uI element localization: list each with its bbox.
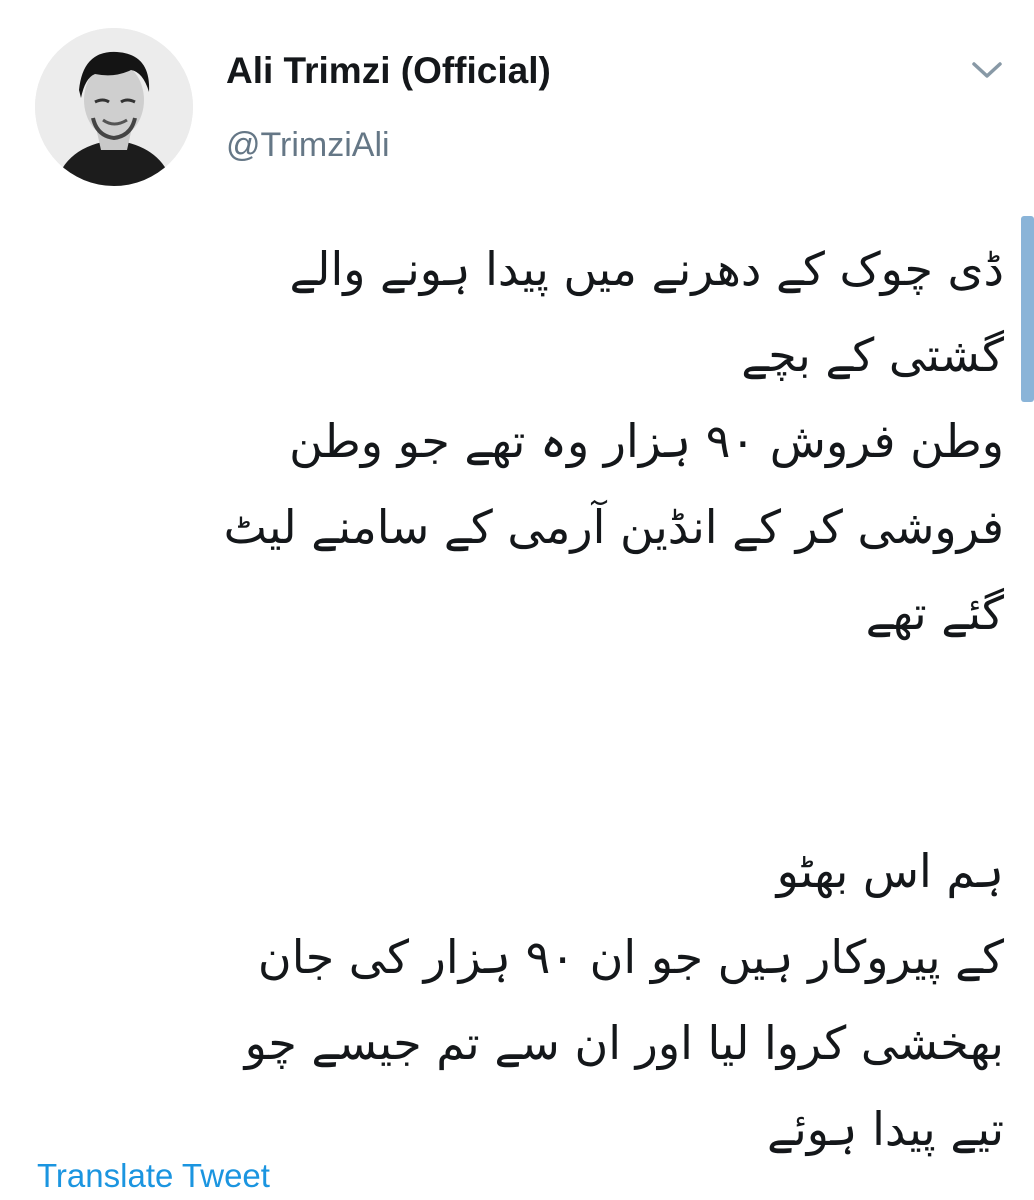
tweet-line: کے پیروکار ہیں جو ان ۹۰ ہزار کی جان (257, 930, 1004, 984)
tweet-card: Ali Trimzi (Official) @TrimziAli ڈی چوک … (0, 0, 1034, 1200)
author-name[interactable]: Ali Trimzi (Official) (226, 50, 551, 92)
scrollbar[interactable] (1021, 216, 1034, 402)
tweet-text: ڈی چوک کے دھرنے میں پیدا ہونے والے گشتی … (44, 226, 1004, 1172)
tweet-line: گشتی کے بچے (741, 328, 1004, 382)
tweet-line: بھخشی کروا لیا اور ان سے تم جیسے چو (244, 1016, 1004, 1070)
tweet-line: ہم اس بھٹو (776, 844, 1004, 898)
chevron-down-icon[interactable] (970, 58, 1004, 82)
tweet-line: ڈی چوک کے دھرنے میں پیدا ہونے والے (289, 242, 1004, 296)
translate-tweet-link[interactable]: Translate Tweet (37, 1157, 270, 1195)
profile-photo-icon (35, 28, 193, 186)
tweet-line: فروشی کر کے انڈین آرمی کے سامنے لیٹ (223, 500, 1004, 554)
author-handle[interactable]: @TrimziAli (226, 126, 390, 165)
avatar[interactable] (35, 28, 193, 186)
tweet-line: گئے تھے (865, 586, 1004, 640)
tweet-line: وطن فروش ۹۰ ہزار وہ تھے جو وطن (289, 414, 1004, 468)
